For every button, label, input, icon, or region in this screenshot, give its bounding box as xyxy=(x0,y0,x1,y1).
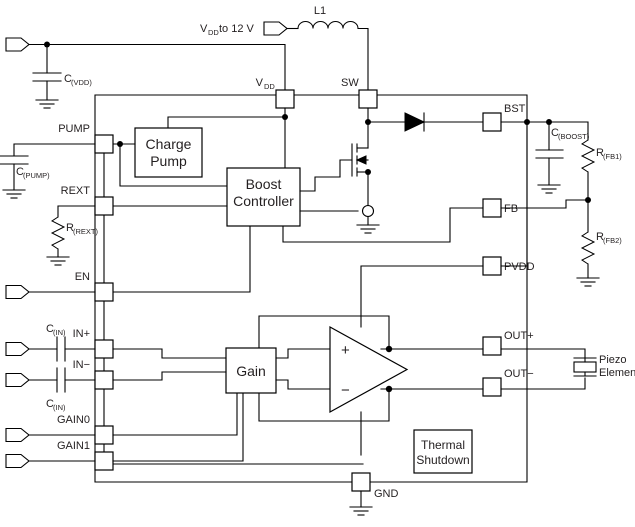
ground-symbol-c-boost xyxy=(537,184,561,194)
ground-symbol-gnd-pin xyxy=(349,506,373,516)
pin-rext-label: REXT xyxy=(61,185,91,197)
en-input-terminal xyxy=(5,284,30,300)
wire-pump-external xyxy=(13,143,96,157)
ground-symbol-c-pump xyxy=(2,189,26,199)
wire-rext-external xyxy=(57,205,96,218)
inn-input-terminal xyxy=(5,372,30,388)
gain0-input-terminal xyxy=(5,427,30,443)
resistor-r-rext xyxy=(50,216,66,258)
pin-outn[interactable] xyxy=(482,377,502,397)
node-marker-source-sense xyxy=(361,204,375,218)
inp-input-terminal xyxy=(5,341,30,357)
pin-outp[interactable] xyxy=(482,336,502,356)
wire-gain1-to-gainblock xyxy=(112,392,244,462)
thermal-shutdown-label-1: Thermal xyxy=(421,438,465,452)
pin-bst-label: BST xyxy=(504,103,526,115)
output-amplifier xyxy=(329,325,409,414)
capacitor-c-vdd-sub: (VDD) xyxy=(71,78,92,87)
ground-symbol-nmos-source xyxy=(356,224,380,234)
diode-rectifier xyxy=(367,112,486,132)
pin-gain0[interactable] xyxy=(94,425,114,445)
piezo-label-line2: Element xyxy=(599,367,635,379)
capacitor-c-pump-sub: (PUMP) xyxy=(23,171,50,180)
schematic-svg: V DD to 12 V L1 C (VDD) V DD SW Charge P… xyxy=(0,5,635,516)
pin-gnd-label: GND xyxy=(374,488,399,500)
amp-plus-label: + xyxy=(341,342,350,359)
wire-boost-to-en xyxy=(112,225,251,293)
pin-inp[interactable] xyxy=(94,339,114,359)
pin-pvdd-label: PVDD xyxy=(504,261,535,273)
pin-en-label: EN xyxy=(75,271,90,283)
gain-label: Gain xyxy=(236,363,266,379)
supply-input-terminal xyxy=(263,21,288,36)
pin-pvdd[interactable] xyxy=(482,256,502,276)
piezo-label-line1: Piezo xyxy=(599,354,627,366)
wire-l1-to-sw xyxy=(357,27,369,91)
inductor-l1-label: L1 xyxy=(314,5,326,17)
amp-minus-label: − xyxy=(341,382,350,399)
pin-gnd[interactable] xyxy=(351,472,371,492)
wire-boost-to-gate xyxy=(299,176,341,192)
pin-vdd-label: V xyxy=(256,77,264,89)
pin-pump-label: PUMP xyxy=(58,123,90,135)
supply-label-pre: V xyxy=(200,23,208,35)
ground-symbol-r-fb2 xyxy=(576,277,600,287)
boost-controller-label-1: Boost xyxy=(246,176,282,192)
ground-symbol-c-vdd xyxy=(35,99,59,109)
resistor-r-rext-sub: (REXT) xyxy=(73,227,99,236)
ground-symbol-r-rext xyxy=(46,256,70,266)
gain1-input-terminal xyxy=(5,453,30,469)
pin-en[interactable] xyxy=(94,282,114,302)
pin-rext[interactable] xyxy=(94,196,114,216)
pin-gain1[interactable] xyxy=(94,451,114,471)
capacitor-c-in-top xyxy=(56,336,66,362)
resistor-r-fb2 xyxy=(580,199,596,279)
capacitor-c-vdd xyxy=(32,43,62,101)
wire-gain-to-amp-minus xyxy=(275,379,331,390)
pin-pump[interactable] xyxy=(94,134,114,154)
boost-controller-label-2: Controller xyxy=(233,193,294,209)
resistor-r-fb1-sub: (FB1) xyxy=(603,152,622,161)
block-diagram-canvas: V DD to 12 V L1 C (VDD) V DD SW Charge P… xyxy=(0,0,635,527)
pin-gain0-label: GAIN0 xyxy=(57,414,90,426)
pin-fb[interactable] xyxy=(482,198,502,218)
pin-inn-label: IN− xyxy=(73,359,90,371)
charge-pump-label-1: Charge xyxy=(146,136,192,152)
resistor-r-fb2-sub: (FB2) xyxy=(603,236,622,245)
thermal-shutdown-label-2: Shutdown xyxy=(416,453,469,467)
pin-gain1-label: GAIN1 xyxy=(57,440,90,452)
wire-vdd-to-chargepump xyxy=(167,116,286,129)
pin-bst[interactable] xyxy=(482,112,502,132)
pin-sw-label: SW xyxy=(341,77,359,89)
inductor-l1 xyxy=(297,21,359,29)
wire-gain0-to-gainblock xyxy=(112,392,238,436)
vdd-input-terminal xyxy=(5,37,30,52)
transistor-nmos xyxy=(339,143,371,178)
wire-feedback-top xyxy=(258,315,390,350)
pin-fb-label: FB xyxy=(504,203,518,215)
pin-vdd-label-sub: DD xyxy=(264,82,275,91)
capacitor-c-in-top-sub: (IN) xyxy=(53,328,66,337)
wire-inp-to-gain xyxy=(112,348,227,359)
wire-feedback-bottom xyxy=(258,388,390,422)
pin-outp-label: OUT+ xyxy=(504,330,534,342)
supply-label-post: to 12 V xyxy=(219,23,255,35)
charge-pump-label-2: Pump xyxy=(150,153,187,169)
pin-inn[interactable] xyxy=(94,370,114,390)
pin-sw[interactable] xyxy=(358,89,378,109)
pin-outn-label: OUT− xyxy=(504,368,534,380)
pin-inp-label: IN+ xyxy=(73,328,90,340)
wire-pvdd-to-amp xyxy=(360,265,484,328)
wire-outp-to-piezo xyxy=(500,348,586,359)
wire-bst-to-pvdd xyxy=(500,121,528,267)
capacitor-c-boost-sub: (BOOST) xyxy=(558,132,590,141)
capacitor-c-in-bot-sub: (IN) xyxy=(53,403,66,412)
piezo-element-symbol xyxy=(573,357,597,377)
wire-boost-to-fb xyxy=(282,207,484,243)
pin-vdd[interactable] xyxy=(275,89,295,109)
wire-inn-to-gain xyxy=(112,371,227,381)
capacitor-c-in-bot xyxy=(56,367,66,393)
supply-label-sub: DD xyxy=(208,28,219,37)
wire-gain-to-amp-plus xyxy=(275,348,331,359)
